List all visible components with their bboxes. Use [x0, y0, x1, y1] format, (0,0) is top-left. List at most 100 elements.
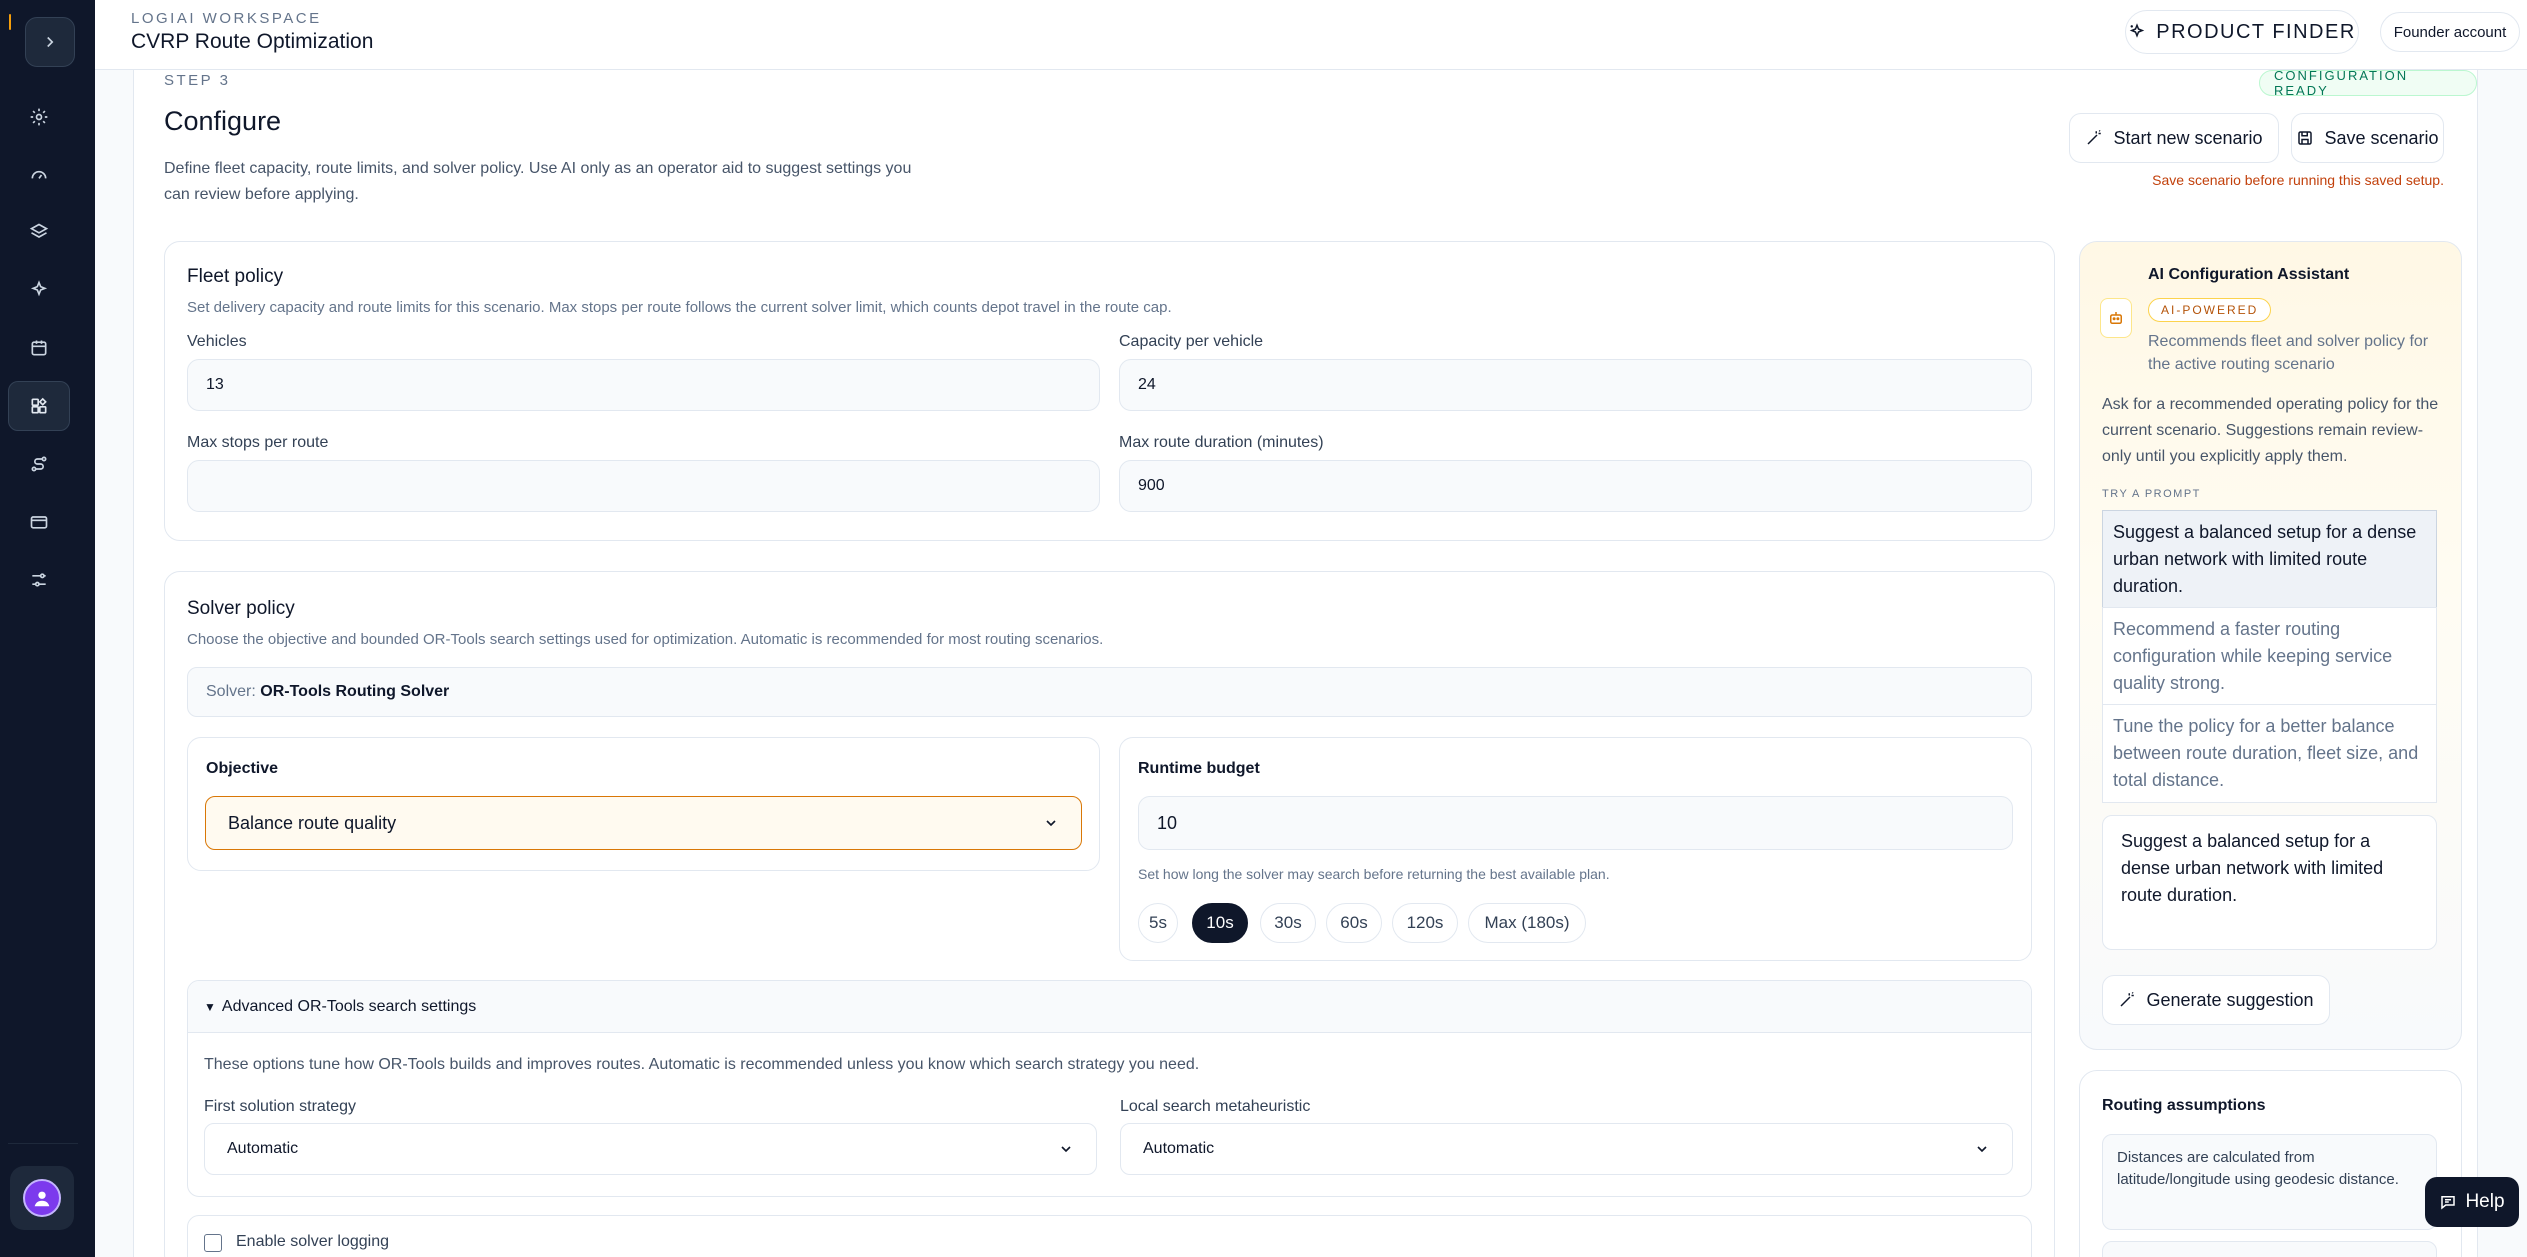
runtime-chip-5s[interactable]: 5s: [1138, 903, 1178, 943]
ai-prompt-textarea[interactable]: Suggest a balanced setup for a dense urb…: [2102, 815, 2437, 950]
chat-icon: [2441, 1196, 2456, 1210]
runtime-chip-60s[interactable]: 60s: [1326, 903, 1382, 943]
runtime-chip-max[interactable]: Max (180s): [1468, 903, 1586, 943]
workspace-label: LOGIAI WORKSPACE: [131, 10, 322, 27]
credit-card-icon: [30, 516, 48, 529]
start-new-scenario-button[interactable]: Start new scenario: [2069, 113, 2279, 163]
first-solution-value: Automatic: [227, 1140, 299, 1157]
vehicles-label: Vehicles: [187, 333, 247, 350]
chevron-down-icon: [1061, 1146, 1071, 1153]
sidebar-divider: [8, 1143, 78, 1144]
local-search-select[interactable]: Automatic: [1120, 1123, 2013, 1175]
max-duration-label: Max route duration (minutes): [1119, 434, 1324, 451]
save-icon: [2298, 131, 2313, 145]
runtime-chip-10s[interactable]: 10s: [1192, 903, 1248, 943]
runtime-input[interactable]: 10: [1138, 796, 2013, 850]
max-stops-label: Max stops per route: [187, 434, 329, 451]
app-title: CVRP Route Optimization: [131, 30, 374, 53]
objective-value: Balance route quality: [228, 812, 397, 833]
max-stops-input[interactable]: [187, 460, 1100, 512]
sidebar-item-ai[interactable]: [8, 265, 70, 315]
sparkles-icon: [2129, 23, 2145, 38]
chevron-right-icon: [47, 36, 54, 48]
advanced-settings: ▼ Advanced OR-Tools search settings Thes…: [187, 980, 2032, 1197]
first-solution-select[interactable]: Automatic: [204, 1123, 1097, 1175]
runtime-chip-30s[interactable]: 30s: [1260, 903, 1316, 943]
route-icon: [31, 456, 47, 472]
routing-assumptions-title: Routing assumptions: [2102, 1097, 2266, 1114]
status-badge: CONFIGURATION READY: [2259, 68, 2477, 98]
user-avatar-button[interactable]: [10, 1166, 74, 1230]
sidebar-item-settings[interactable]: [8, 92, 70, 142]
solver-info: Solver: OR-Tools Routing Solver: [187, 667, 2032, 717]
sidebar-item-billing[interactable]: [8, 497, 70, 547]
wand-icon: [2120, 991, 2135, 1007]
sidebar-item-calendar[interactable]: [8, 323, 70, 373]
sidebar-item-dashboard[interactable]: [8, 150, 70, 200]
vehicles-input[interactable]: 13: [187, 359, 1100, 411]
fleet-policy-card: Fleet policy Set delivery capacity and r…: [164, 241, 2055, 541]
fleet-policy-title: Fleet policy: [187, 266, 284, 287]
sidebar-item-layers[interactable]: [8, 207, 70, 257]
solver-policy-title: Solver policy: [187, 598, 295, 619]
sidebar: [0, 0, 95, 1257]
ai-assistant-intro: Ask for a recommended operating policy f…: [2102, 396, 2439, 465]
fleet-policy-subtitle: Set delivery capacity and route limits f…: [187, 299, 1172, 316]
gear-icon: [30, 108, 48, 126]
prompt-suggestion-1[interactable]: Suggest a balanced setup for a dense urb…: [2102, 510, 2437, 609]
objective-card: Objective Balance route quality: [187, 737, 1100, 871]
advanced-settings-title: Advanced OR-Tools search settings: [221, 997, 477, 1015]
ai-assistant-subtitle: Recommends fleet and solver policy for t…: [2148, 333, 2429, 373]
sliders-icon: [32, 573, 46, 587]
runtime-label: Runtime budget: [1138, 760, 1260, 777]
help-label: Help: [2465, 1191, 2505, 1212]
save-scenario-button[interactable]: Save scenario: [2291, 113, 2444, 163]
ai-assistant-panel: AI Configuration Assistant AI-POWERED Re…: [2079, 241, 2462, 1050]
runtime-help: Set how long the solver may search befor…: [1138, 866, 1610, 882]
step-label: STEP 3: [164, 72, 231, 89]
generate-suggestion-button[interactable]: Generate suggestion: [2102, 975, 2330, 1025]
assumption-item: Distances are calculated from latitude/l…: [2102, 1134, 2437, 1230]
triangle-down-icon: ▼: [204, 999, 216, 1014]
sidebar-item-routes[interactable]: [8, 439, 70, 489]
save-warning: Save scenario before running this saved …: [2152, 172, 2444, 188]
sidebar-item-preferences[interactable]: [8, 555, 70, 605]
local-search-label: Local search metaheuristic: [1120, 1098, 1311, 1115]
capacity-input[interactable]: 24: [1119, 359, 2032, 411]
runtime-chip-120s[interactable]: 120s: [1392, 903, 1458, 943]
calendar-icon: [31, 340, 47, 356]
chevron-down-icon: [1977, 1146, 1987, 1153]
assumption-item: [2102, 1241, 2437, 1257]
start-new-scenario-label: Start new scenario: [2113, 127, 2263, 148]
help-button[interactable]: Help: [2425, 1177, 2519, 1227]
chevron-down-icon: [1046, 820, 1056, 827]
advanced-settings-description: These options tune how OR-Tools builds a…: [204, 1056, 1200, 1073]
logging-row: Enable solver logging: [187, 1215, 2032, 1257]
objective-select[interactable]: Balance route quality: [205, 796, 1082, 850]
first-solution-label: First solution strategy: [204, 1098, 357, 1115]
capacity-label: Capacity per vehicle: [1119, 333, 1264, 350]
avatar: [23, 1179, 61, 1217]
account-button[interactable]: Founder account: [2380, 12, 2520, 52]
ai-powered-badge: AI-POWERED: [2148, 298, 2272, 322]
page-title: Configure: [164, 106, 282, 136]
widgets-icon: [31, 397, 47, 414]
main-content: STEP 3 CONFIGURATION READY Configure Def…: [133, 68, 2478, 1257]
top-header: LOGIAI WORKSPACE CVRP Route Optimization…: [95, 0, 2527, 70]
prompt-suggestion-3[interactable]: Tune the policy for a better balance bet…: [2102, 704, 2437, 803]
advanced-settings-toggle[interactable]: ▼ Advanced OR-Tools search settings: [188, 981, 2031, 1033]
gauge-icon: [31, 170, 47, 179]
prompt-suggestion-2[interactable]: Recommend a faster routing configuration…: [2102, 607, 2437, 706]
local-search-value: Automatic: [1143, 1140, 1215, 1157]
wand-icon: [2087, 129, 2102, 145]
user-icon: [34, 1191, 50, 1207]
sidebar-item-configure[interactable]: [8, 381, 70, 431]
product-finder-button[interactable]: PRODUCT FINDER: [2125, 10, 2359, 54]
solver-name: OR-Tools Routing Solver: [260, 683, 450, 700]
solver-prefix: Solver:: [206, 683, 256, 700]
logging-checkbox[interactable]: [204, 1234, 222, 1252]
generate-suggestion-label: Generate suggestion: [2146, 989, 2314, 1010]
sidebar-expand-button[interactable]: [25, 17, 75, 67]
max-duration-input[interactable]: 900: [1119, 460, 2032, 512]
page-description: Define fleet capacity, route limits, and…: [164, 160, 912, 203]
